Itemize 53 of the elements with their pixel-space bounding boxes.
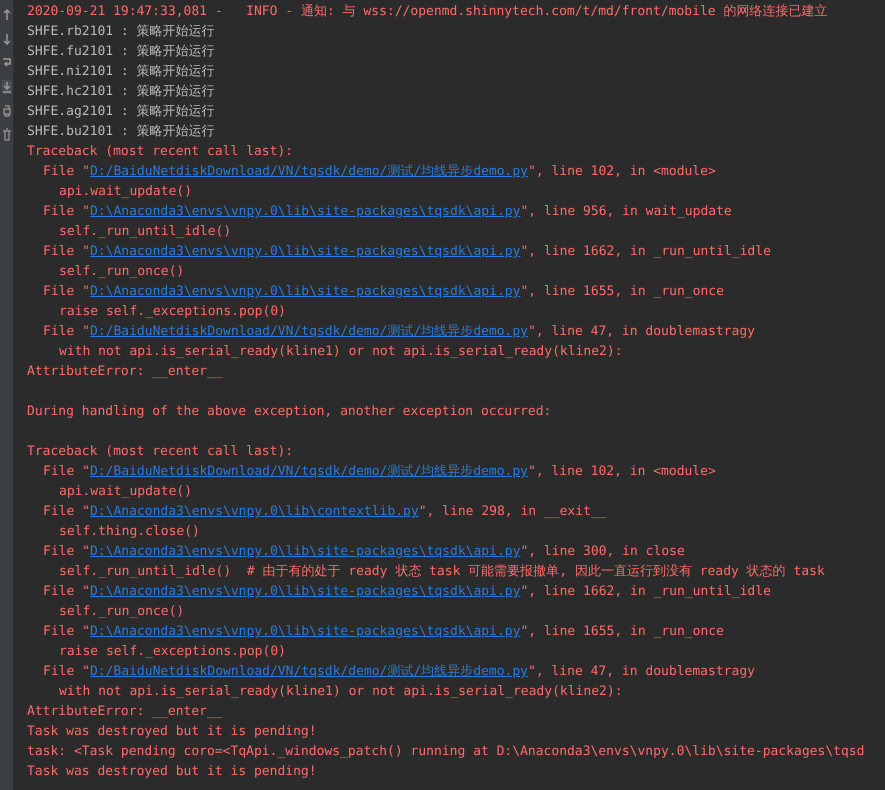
error-line: Task was destroyed but it is pending! (27, 763, 317, 781)
file-link[interactable]: D:\Anaconda3\envs\vnpy.0\lib\site-packages\tqsdk\api.py (90, 544, 520, 559)
error-line: Traceback (most recent call last): (27, 143, 294, 161)
file-link[interactable]: D:\Anaconda3\envs\vnpy.0\lib\site-packages\tqsdk\api.py (90, 244, 520, 259)
file-link[interactable]: D:\Anaconda3\envs\vnpy.0\lib\site-packages\tqsdk\api.py (90, 204, 520, 219)
code-line: raise self._exceptions.pop(0) (58, 303, 286, 321)
traceback-line: File "D:\Anaconda3\envs\vnpy.0\lib\site-packages\tqsdk\api.py", line 956, in wait_update (42, 203, 732, 221)
log-line: 2020-09-21 19:47:33,081 - INFO - 通知: 与 wss://openmd.shinnytech.com/t/md/front/mobile 的网络连接已建立 (27, 3, 828, 21)
file-link[interactable]: D:\Anaconda3\envs\vnpy.0\lib\contextlib.py (90, 504, 419, 519)
code-line: self.thing.close() (58, 523, 200, 541)
traceback-line: File "D:/BaiduNetdiskDownload/VN/tqsdk/demo/测试/均线异步demo.py", line 102, in <module> (42, 163, 716, 181)
traceback-line: File "D:\Anaconda3\envs\vnpy.0\lib\site-packages\tqsdk\api.py", line 1655, in _run_once (42, 623, 724, 641)
output-line: SHFE.fu2101 : 策略开始运行 (27, 43, 215, 61)
file-link[interactable]: D:/BaiduNetdiskDownload/VN/tqsdk/demo/测试/均线异步demo.py (90, 664, 528, 679)
traceback-line: File "D:\Anaconda3\envs\vnpy.0\lib\site-packages\tqsdk\api.py", line 300, in close (42, 543, 685, 561)
trash-icon[interactable] (2, 128, 12, 142)
code-line: raise self._exceptions.pop(0) (58, 643, 286, 661)
output-line: SHFE.ag2101 : 策略开始运行 (27, 103, 215, 121)
output-line: SHFE.rb2101 : 策略开始运行 (27, 23, 215, 41)
error-line: Traceback (most recent call last): (27, 443, 294, 461)
code-line: self._run_once() (58, 603, 184, 621)
file-link[interactable]: D:/BaiduNetdiskDownload/VN/tqsdk/demo/测试/均线异步demo.py (90, 324, 528, 339)
file-link[interactable]: D:/BaiduNetdiskDownload/VN/tqsdk/demo/测试/均线异步demo.py (90, 164, 528, 179)
code-line: with not api.is_serial_ready(kline1) or not api.is_serial_ready(kline2): (58, 343, 623, 361)
traceback-line: File "D:/BaiduNetdiskDownload/VN/tqsdk/demo/测试/均线异步demo.py", line 102, in <module> (42, 463, 716, 481)
traceback-line: File "D:\Anaconda3\envs\vnpy.0\lib\site-packages\tqsdk\api.py", line 1655, in _run_once (42, 283, 724, 301)
error-line: AttributeError: __enter__ (27, 363, 223, 381)
file-link[interactable]: D:/BaiduNetdiskDownload/VN/tqsdk/demo/测试/均线异步demo.py (90, 464, 528, 479)
traceback-line: File "D:/BaiduNetdiskDownload/VN/tqsdk/demo/测试/均线异步demo.py", line 47, in doublemastragy (42, 663, 755, 681)
traceback-line: File "D:\Anaconda3\envs\vnpy.0\lib\site-packages\tqsdk\api.py", line 1662, in _run_until_idle (42, 243, 771, 261)
code-line: api.wait_update() (58, 483, 192, 501)
error-line: AttributeError: __enter__ (27, 703, 223, 721)
code-line: with not api.is_serial_ready(kline1) or not api.is_serial_ready(kline2): (58, 683, 623, 701)
traceback-line: File "D:\Anaconda3\envs\vnpy.0\lib\site-packages\tqsdk\api.py", line 1662, in _run_until_idle (42, 583, 771, 601)
output-line: SHFE.hc2101 : 策略开始运行 (27, 83, 215, 101)
error-line: task: <Task pending coro=<TqApi._windows_patch() running at D:\Anaconda3\envs\vnpy.0\lib\site-packages\tqsd (27, 743, 864, 761)
print-icon[interactable] (2, 104, 12, 118)
code-line: self._run_until_idle() (58, 223, 232, 241)
file-link[interactable]: D:\Anaconda3\envs\vnpy.0\lib\site-packages\tqsdk\api.py (90, 624, 520, 639)
output-line: SHFE.ni2101 : 策略开始运行 (27, 63, 215, 81)
scroll-end-icon[interactable] (2, 80, 12, 94)
error-line: Task was destroyed but it is pending! (27, 723, 317, 741)
file-link[interactable]: D:\Anaconda3\envs\vnpy.0\lib\site-packages\tqsdk\api.py (90, 284, 520, 299)
traceback-line: File "D:\Anaconda3\envs\vnpy.0\lib\contextlib.py", line 298, in __exit__ (42, 503, 607, 521)
code-line: api.wait_update() (58, 183, 192, 201)
code-line: self._run_once() (58, 263, 184, 281)
traceback-line: File "D:/BaiduNetdiskDownload/VN/tqsdk/demo/测试/均线异步demo.py", line 47, in doublemastragy (42, 323, 755, 341)
error-line: During handling of the above exception, another exception occurred: (27, 403, 552, 421)
code-line: self._run_until_idle() # 由于有的处于 ready 状态 task 可能需要报撤单, 因此一直运行到没有 ready 状态的 task (58, 563, 825, 581)
file-link[interactable]: D:\Anaconda3\envs\vnpy.0\lib\site-packages\tqsdk\api.py (90, 584, 520, 599)
output-line: SHFE.bu2101 : 策略开始运行 (27, 123, 215, 141)
arrow-down-icon[interactable] (2, 32, 12, 46)
arrow-up-icon[interactable] (2, 8, 12, 22)
